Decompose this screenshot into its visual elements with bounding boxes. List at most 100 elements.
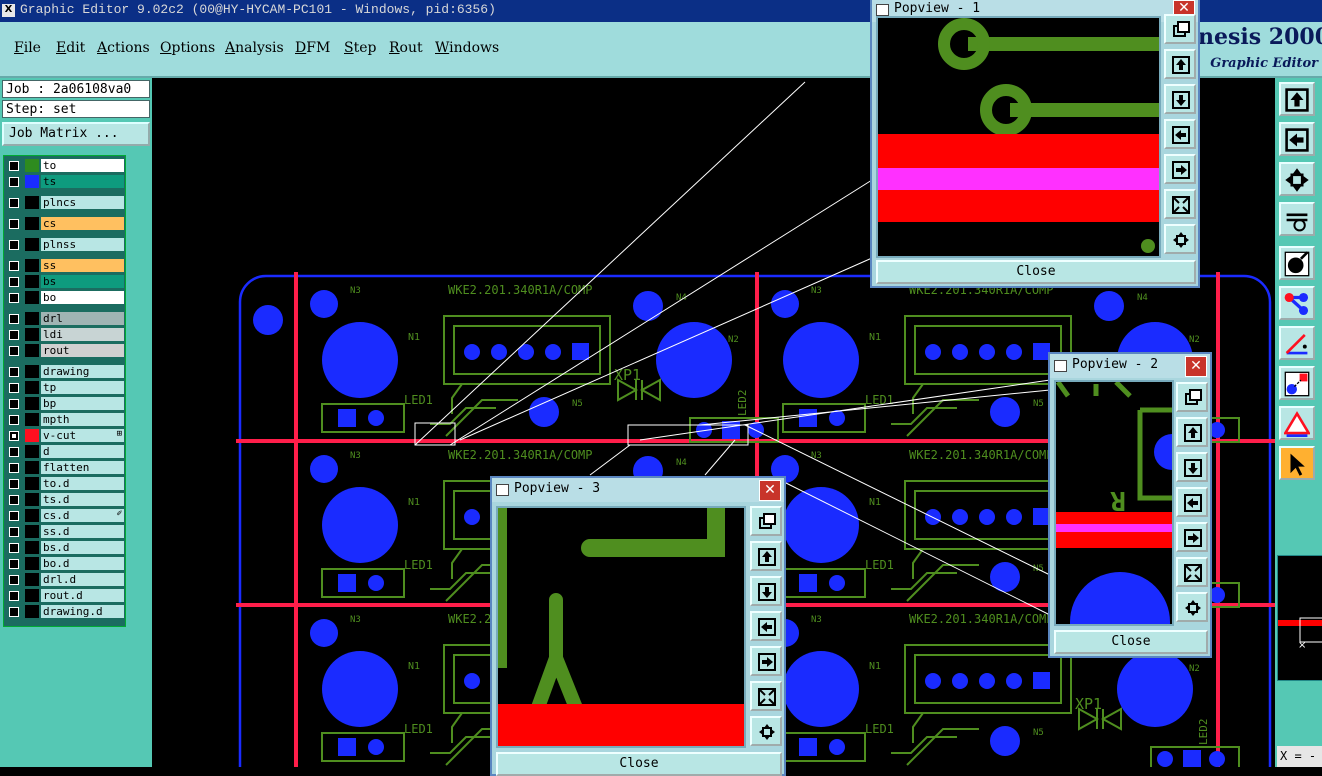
zoom-out-button[interactable] [1176,557,1208,587]
layer-row-to-d[interactable]: to.d [4,476,125,491]
pan-up-button[interactable] [750,541,782,571]
layer-checkbox[interactable] [9,219,19,229]
popview-3-title[interactable]: Popview - 3 [492,478,784,502]
layer-color-swatch[interactable] [25,429,39,442]
layer-row-cs[interactable]: cs [4,216,125,231]
layer-checkbox[interactable] [9,314,19,324]
pan-up-button[interactable] [1176,417,1208,447]
layer-name[interactable]: cs.d [41,509,124,522]
layer-name[interactable]: ldi [41,328,124,341]
layer-row-v-cut[interactable]: v-cut ⊞ [4,428,125,443]
layer-checkbox[interactable] [9,495,19,505]
layer-name[interactable]: rout [41,344,124,357]
pan-right-button[interactable] [1176,522,1208,552]
layer-color-swatch[interactable] [25,413,39,426]
layer-checkbox[interactable] [9,261,19,271]
job-matrix-button[interactable]: Job Matrix ... [2,122,150,146]
popview-2-close-button[interactable]: Close [1054,630,1208,654]
popview-2-view[interactable]: R [1054,380,1174,626]
layer-row-bo[interactable]: bo [4,290,125,305]
pad-button[interactable] [1279,366,1315,400]
layer-color-swatch[interactable] [25,573,39,586]
layer-name[interactable]: mpth [41,413,124,426]
layer-name[interactable]: tp [41,381,124,394]
layer-name[interactable]: ts [41,175,124,188]
layer-color-swatch[interactable] [25,477,39,490]
layer-checkbox[interactable] [9,575,19,585]
layer-name[interactable]: drl.d [41,573,124,586]
layer-checkbox[interactable] [9,177,19,187]
popview-1-close-button[interactable]: Close [876,260,1196,284]
layer-color-swatch[interactable] [25,196,39,209]
app-icon[interactable]: X [2,4,15,17]
pan-left-button[interactable] [1164,119,1196,149]
layer-row-rout[interactable]: rout [4,343,125,358]
pan-down-button[interactable] [750,576,782,606]
layer-name[interactable]: bs.d [41,541,124,554]
layer-row-to[interactable]: to [4,158,125,173]
restore-button[interactable] [1176,382,1208,412]
pan-down-button[interactable] [1176,452,1208,482]
layer-color-swatch[interactable] [25,259,39,272]
popview-3-close-button[interactable]: Close [496,752,782,776]
layer-checkbox[interactable] [9,607,19,617]
layer-row-ldi[interactable]: ldi [4,327,125,342]
layer-row-plncs[interactable]: plncs [4,195,125,210]
menu-options[interactable]: Options [160,40,215,56]
layer-name[interactable]: bo [41,291,124,304]
zoom-out-button[interactable] [750,681,782,711]
pan-right-button[interactable] [750,646,782,676]
layer-row-drawing[interactable]: drawing [4,364,125,379]
zoom-in-button[interactable] [750,716,782,746]
layer-name[interactable]: to [41,159,124,172]
layer-name[interactable]: d [41,445,124,458]
layer-checkbox[interactable] [9,591,19,601]
layer-name[interactable]: drawing [41,365,124,378]
layer-row-tp[interactable]: tp [4,380,125,395]
layer-color-swatch[interactable] [25,541,39,554]
popview-3-close-icon[interactable]: ✕ [759,480,781,501]
layer-color-swatch[interactable] [25,557,39,570]
layer-name[interactable]: plncs [41,196,124,209]
layer-checkbox[interactable] [9,463,19,473]
layer-row-mpth[interactable]: mpth [4,412,125,427]
layer-color-swatch[interactable] [25,525,39,538]
layer-color-swatch[interactable] [25,605,39,618]
draw-line-button[interactable] [1279,326,1315,360]
layer-checkbox[interactable] [9,346,19,356]
layer-checkbox[interactable] [9,161,19,171]
layer-checkbox[interactable] [9,447,19,457]
layer-checkbox[interactable] [9,330,19,340]
layer-name[interactable]: plnss [41,238,124,251]
layer-color-swatch[interactable] [25,291,39,304]
layer-row-drl[interactable]: drl [4,311,125,326]
layer-name[interactable]: drawing.d [41,605,124,618]
menu-windows[interactable]: Windows [435,40,499,56]
layer-name[interactable]: bp [41,397,124,410]
layer-color-swatch[interactable] [25,397,39,410]
layer-row-ts-d[interactable]: ts.d [4,492,125,507]
menu-analysis[interactable]: Analysis [225,40,284,56]
layer-checkbox[interactable] [9,367,19,377]
layer-checkbox[interactable] [9,559,19,569]
zoom-left-button[interactable] [1279,122,1315,156]
minimap[interactable]: × [1277,555,1322,681]
layer-checkbox[interactable] [9,479,19,489]
restore-button[interactable] [1164,14,1196,44]
pan-right-button[interactable] [1164,154,1196,184]
layer-checkbox[interactable] [9,240,19,250]
layer-row-plnss[interactable]: plnss [4,237,125,252]
layer-row-bs-d[interactable]: bs.d [4,540,125,555]
zoom-in-button[interactable] [1164,224,1196,254]
layer-name[interactable]: ss [41,259,124,272]
layer-name[interactable]: to.d [41,477,124,490]
layer-name[interactable]: v-cut [41,429,124,442]
layer-name[interactable]: rout.d [41,589,124,602]
layer-row-d[interactable]: d [4,444,125,459]
layer-color-swatch[interactable] [25,159,39,172]
menu-actions[interactable]: Actions [97,40,150,56]
layer-checkbox[interactable] [9,277,19,287]
layer-row-cs-d[interactable]: cs.d ✐ [4,508,125,523]
menu-step[interactable]: Step [344,40,376,56]
layer-color-swatch[interactable] [25,461,39,474]
